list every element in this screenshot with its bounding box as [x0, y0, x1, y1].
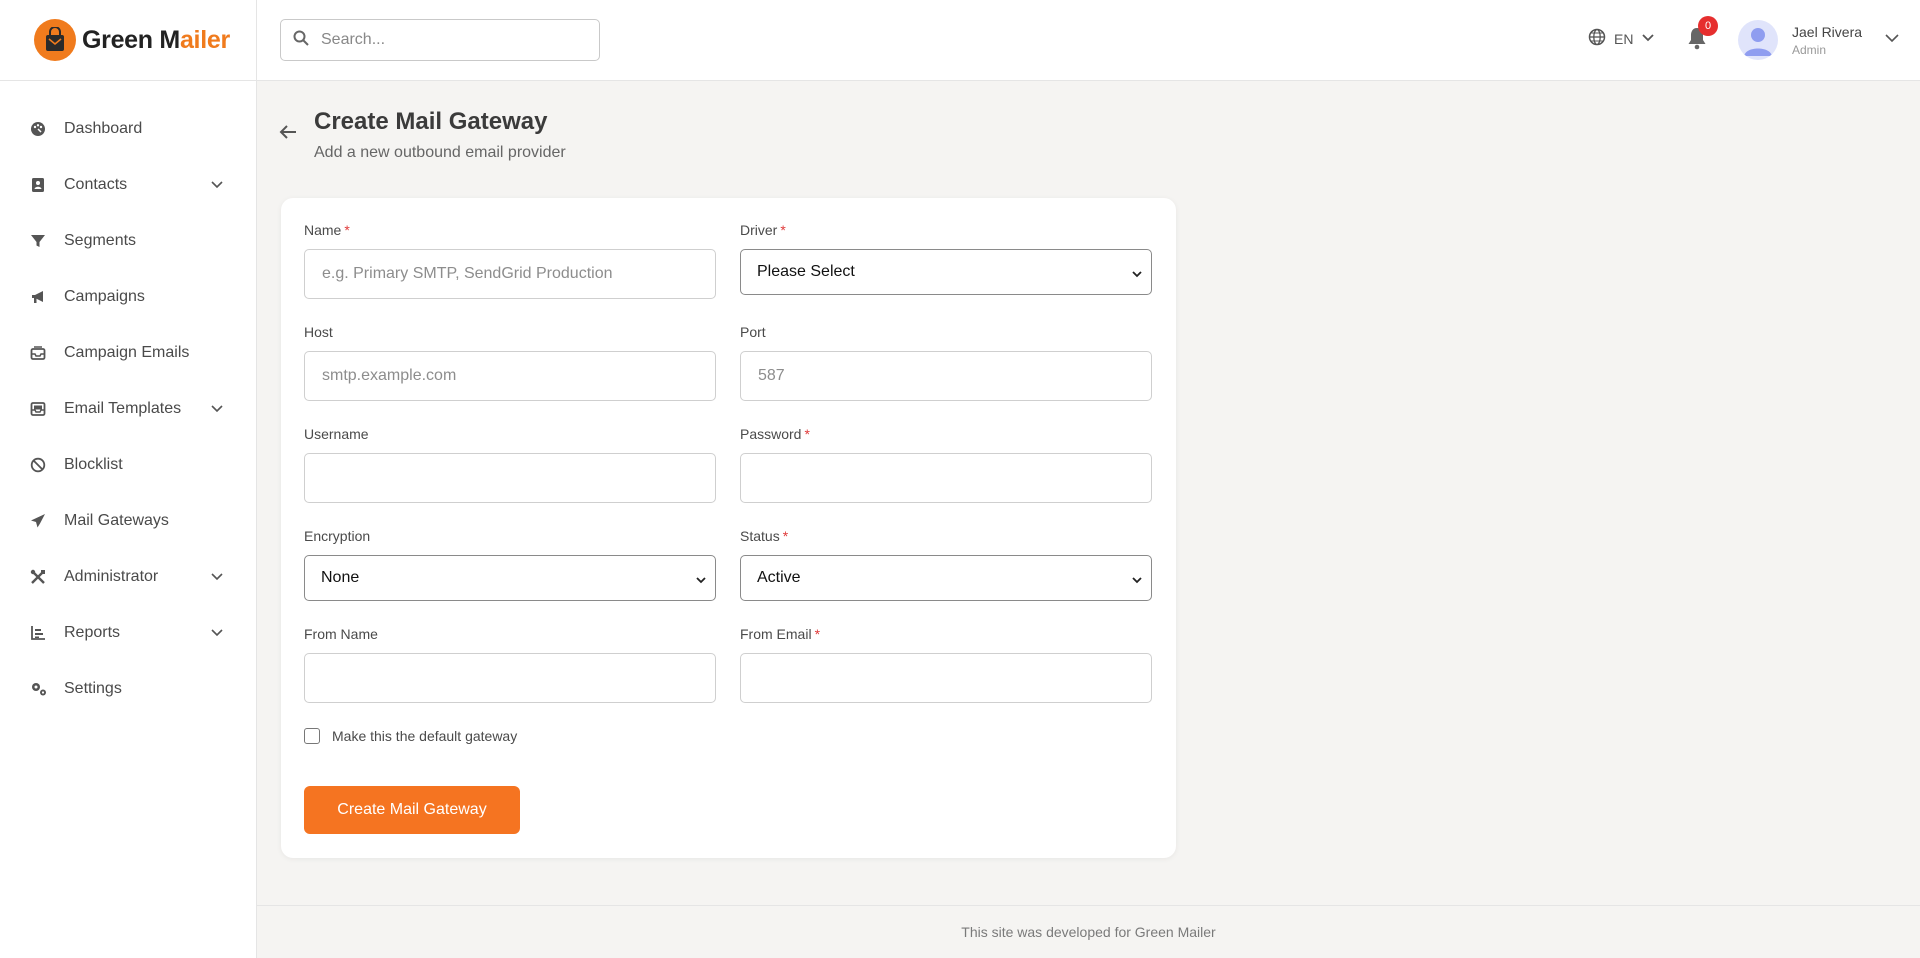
- sidebar-item-segments[interactable]: Segments: [0, 221, 257, 261]
- sidebar-item-email-templates[interactable]: Email Templates: [0, 389, 257, 429]
- create-mail-gateway-button[interactable]: Create Mail Gateway: [304, 786, 520, 834]
- gateway-form-card: Name* Driver* Please Select Host Port Us…: [281, 198, 1176, 858]
- tools-icon: [30, 567, 50, 587]
- sidebar-item-settings[interactable]: Settings: [0, 669, 257, 709]
- brand-logo[interactable]: Green Mailer: [0, 0, 257, 81]
- from-name-label: From Name: [304, 626, 378, 642]
- address-book-icon: [30, 175, 50, 195]
- default-gateway-label[interactable]: Make this the default gateway: [332, 728, 517, 744]
- sidebar-item-blocklist[interactable]: Blocklist: [0, 445, 257, 485]
- chevron-down-icon: [1131, 267, 1143, 285]
- page-title: Create Mail Gateway: [314, 108, 548, 135]
- palette-icon: [30, 119, 50, 139]
- chevron-down-icon: [695, 573, 707, 591]
- host-label: Host: [304, 324, 333, 340]
- back-arrow-icon[interactable]: [278, 122, 300, 144]
- from-name-input[interactable]: [304, 653, 716, 703]
- status-label: Status *: [740, 528, 789, 544]
- user-role: Admin: [1792, 42, 1827, 57]
- chevron-down-icon: [210, 401, 224, 420]
- driver-label: Driver *: [740, 222, 786, 238]
- chevron-down-icon: [210, 569, 224, 588]
- sidebar-item-campaigns[interactable]: Campaigns: [0, 277, 257, 317]
- from-email-input[interactable]: [740, 653, 1152, 703]
- encryption-label: Encryption: [304, 528, 371, 544]
- sidebar-item-reports[interactable]: Reports: [0, 613, 257, 653]
- search-icon: [293, 30, 309, 51]
- sidebar-item-dashboard[interactable]: Dashboard: [0, 109, 257, 149]
- gears-icon: [30, 679, 50, 699]
- ban-icon: [30, 455, 50, 475]
- from-email-label: From Email *: [740, 626, 821, 642]
- chevron-down-icon: [1884, 30, 1900, 51]
- username-label: Username: [304, 426, 369, 442]
- sidebar-item-contacts[interactable]: Contacts: [0, 165, 257, 205]
- user-name: Jael Rivera: [1792, 23, 1863, 40]
- page-subtitle: Add a new outbound email provider: [314, 144, 566, 161]
- top-header: Green Mailer EN 0 Jael Rivera Admin: [0, 0, 1920, 81]
- brand-name: Green Mailer: [82, 25, 230, 54]
- user-menu[interactable]: Jael Rivera Admin: [1738, 20, 1900, 60]
- funnel-icon: [30, 231, 50, 251]
- language-label: EN: [1614, 30, 1634, 47]
- chevron-down-icon: [1641, 30, 1655, 47]
- avatar: [1738, 20, 1778, 60]
- chevron-down-icon: [210, 625, 224, 644]
- username-input[interactable]: [304, 453, 716, 503]
- bar-chart-icon: [30, 623, 50, 643]
- password-input[interactable]: [740, 453, 1152, 503]
- footer-text: This site was developed for Green Mailer: [961, 924, 1216, 940]
- driver-select[interactable]: Please Select: [740, 249, 1152, 295]
- search-input[interactable]: [321, 31, 581, 49]
- paper-plane-icon: [30, 511, 50, 531]
- sidebar: Dashboard Contacts Segments Campaigns Ca…: [0, 81, 257, 958]
- sidebar-item-campaign-emails[interactable]: Campaign Emails: [0, 333, 257, 373]
- footer: This site was developed for Green Mailer: [257, 905, 1920, 958]
- port-input[interactable]: [740, 351, 1152, 401]
- search-box[interactable]: [280, 19, 600, 61]
- name-label: Name *: [304, 222, 350, 238]
- chevron-down-icon: [210, 177, 224, 196]
- sidebar-item-mail-gateways[interactable]: Mail Gateways: [0, 501, 257, 541]
- megaphone-icon: [30, 287, 50, 307]
- password-label: Password *: [740, 426, 810, 442]
- host-input[interactable]: [304, 351, 716, 401]
- chevron-down-icon: [1131, 573, 1143, 591]
- encryption-select[interactable]: None: [304, 555, 716, 601]
- envelope-open-icon: [30, 399, 50, 419]
- status-select[interactable]: Active: [740, 555, 1152, 601]
- default-gateway-checkbox[interactable]: [304, 728, 320, 744]
- mailbag-logo-icon: [34, 19, 76, 61]
- language-switcher[interactable]: EN: [1588, 28, 1655, 49]
- name-input[interactable]: [304, 249, 716, 299]
- notification-badge: 0: [1698, 16, 1718, 36]
- port-label: Port: [740, 324, 766, 340]
- globe-icon: [1588, 28, 1606, 49]
- sidebar-item-administrator[interactable]: Administrator: [0, 557, 257, 597]
- inbox-icon: [30, 343, 50, 363]
